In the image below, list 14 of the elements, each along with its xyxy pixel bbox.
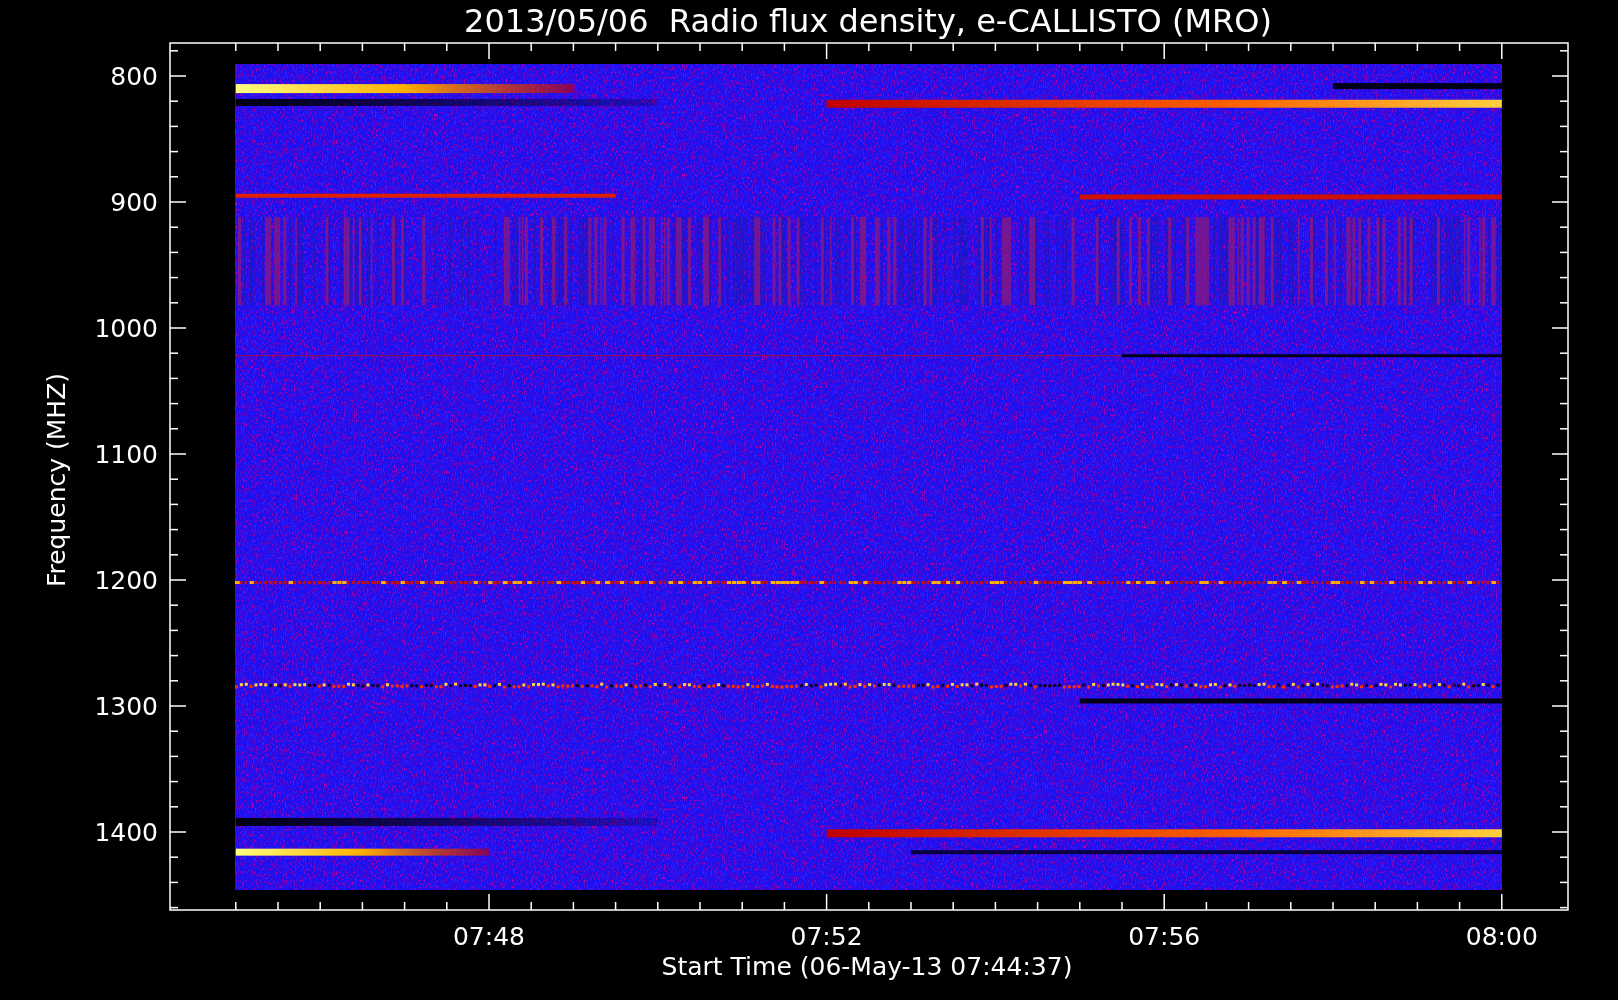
x-tick-label: 07:48 bbox=[453, 922, 525, 951]
chart-title: 2013/05/06 Radio flux density, e-CALLISTO (MRO) bbox=[464, 2, 1272, 40]
y-tick-label: 1300 bbox=[94, 692, 158, 721]
x-tick-label: 07:56 bbox=[1128, 922, 1201, 951]
y-tick-label: 900 bbox=[110, 188, 158, 217]
y-tick-label: 800 bbox=[110, 62, 158, 91]
y-axis-title: Frequency (MHZ) bbox=[42, 372, 71, 588]
x-tick-label: 07:52 bbox=[790, 922, 863, 951]
y-tick-label: 1400 bbox=[94, 818, 158, 847]
y-tick-label: 1100 bbox=[94, 440, 158, 469]
x-axis-title: Start Time (06-May-13 07:44:37) bbox=[661, 952, 1073, 981]
y-tick-label: 1000 bbox=[94, 314, 158, 343]
y-tick-label: 1200 bbox=[94, 566, 158, 595]
x-tick-label: 08:00 bbox=[1465, 922, 1538, 951]
